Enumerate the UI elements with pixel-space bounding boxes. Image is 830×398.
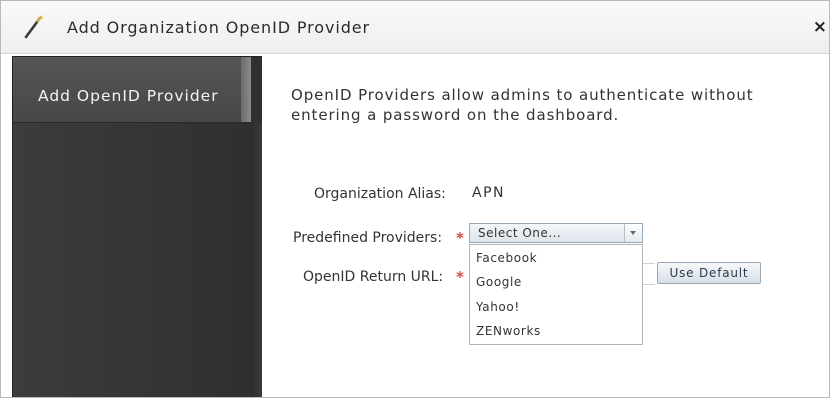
openid-return-url-input[interactable] bbox=[643, 263, 655, 285]
sidebar: Add OpenID Provider bbox=[12, 56, 262, 397]
dropdown-option-facebook[interactable]: Facebook bbox=[476, 251, 537, 265]
predefined-providers-label: Predefined Providers: bbox=[293, 230, 443, 246]
predefined-providers-select[interactable]: Select One... bbox=[469, 223, 643, 243]
providers-dropdown-list: Facebook Google Yahoo! ZENworks bbox=[469, 244, 643, 345]
dialog-title: Add Organization OpenID Provider bbox=[67, 18, 370, 37]
dropdown-option-yahoo[interactable]: Yahoo! bbox=[476, 300, 520, 314]
form-description: OpenID Providers allow admins to authent… bbox=[291, 86, 754, 124]
sidebar-item-label: Add OpenID Provider bbox=[38, 87, 219, 105]
close-icon[interactable]: × bbox=[813, 17, 827, 37]
dialog-titlebar: Add Organization OpenID Provider × bbox=[1, 1, 829, 54]
sidebar-item-add-openid-provider[interactable]: Add OpenID Provider bbox=[13, 57, 251, 123]
openid-return-url-label: OpenID Return URL: bbox=[303, 269, 444, 285]
dropdown-option-google[interactable]: Google bbox=[476, 275, 522, 289]
sidebar-active-indicator bbox=[241, 57, 251, 122]
dropdown-option-zenworks[interactable]: ZENworks bbox=[476, 324, 541, 338]
organization-alias-value: APN bbox=[472, 185, 505, 201]
required-marker: * bbox=[456, 268, 464, 286]
add-openid-provider-dialog: Add Organization OpenID Provider × Add O… bbox=[0, 0, 830, 398]
organization-alias-label: Organization Alias: bbox=[314, 186, 446, 202]
sidebar-shade bbox=[250, 123, 262, 397]
chevron-down-icon[interactable] bbox=[624, 224, 642, 242]
required-marker: * bbox=[456, 229, 464, 247]
wand-icon bbox=[24, 15, 43, 39]
select-current-value: Select One... bbox=[478, 226, 562, 240]
use-default-button[interactable]: Use Default bbox=[657, 262, 761, 284]
